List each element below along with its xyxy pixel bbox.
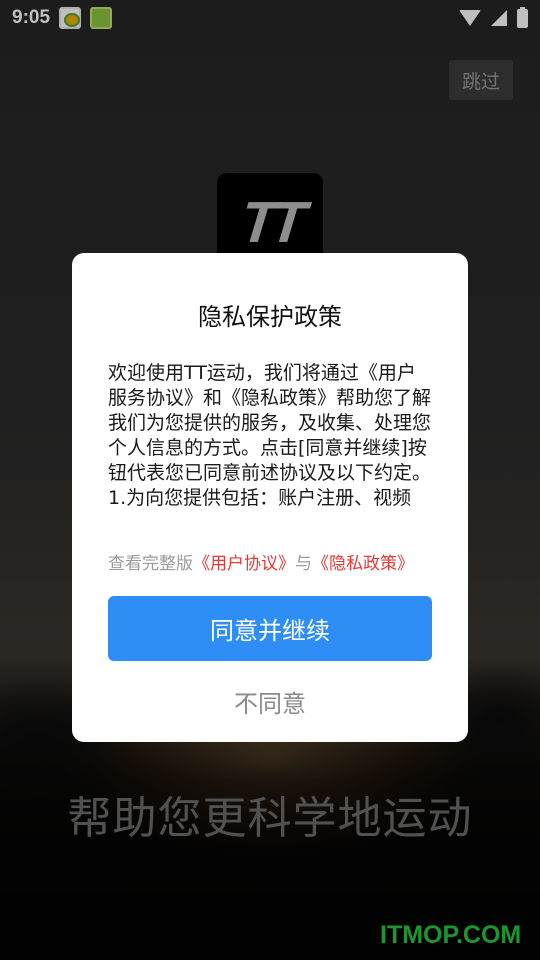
dialog-body[interactable]: 欢迎使用TT运动，我们将通过《用户服务协议》和《隐私政策》帮助您了解我们为您提供… [108, 361, 434, 525]
dialog-title: 隐私保护政策 [198, 303, 342, 331]
agreement-joiner: 与 [295, 554, 312, 574]
agreement-prefix: 查看完整版 [108, 554, 193, 574]
user-agreement-link[interactable]: 《用户协议》 [193, 554, 295, 574]
dialog-body-paragraph: 1.为向您提供包括：账户注册、视频 [108, 487, 412, 509]
disagree-button[interactable]: 不同意 [108, 681, 432, 721]
dialog-body-paragraph: 欢迎使用TT运动，我们将通过《用户服务协议》和《隐私政策》帮助您了解我们为您提供… [108, 362, 432, 484]
agree-continue-button[interactable]: 同意并继续 [108, 596, 432, 661]
privacy-policy-link[interactable]: 《隐私政策》 [312, 554, 414, 574]
privacy-dialog: 隐私保护政策 欢迎使用TT运动，我们将通过《用户服务协议》和《隐私政策》帮助您了… [72, 253, 468, 742]
agreement-links: 查看完整版《用户协议》与《隐私政策》 [108, 549, 438, 574]
